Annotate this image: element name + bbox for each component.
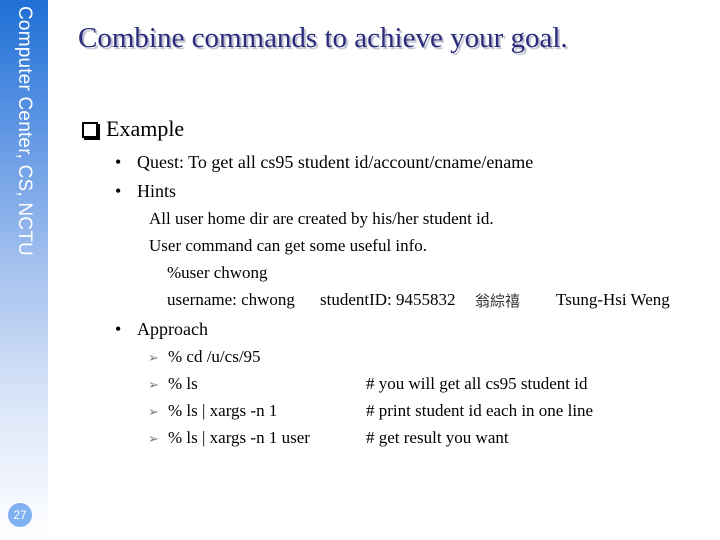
bullet-hints: • Hints — [115, 181, 176, 202]
hint-output-cname: 翁綜禧 — [475, 292, 521, 310]
approach-comment: # you will get all cs95 student id — [366, 374, 588, 393]
arrow-bullet-icon: ➢ — [148, 405, 159, 420]
bullet-label: Hints — [137, 181, 177, 201]
slide-title: Combine commands to achieve your goal. — [78, 22, 568, 54]
hint-command: %user chwong — [167, 263, 268, 282]
approach-comment: # get result you want — [366, 428, 509, 447]
approach-step: ➢ % cd /u/cs/95 — [148, 347, 668, 367]
approach-command: % cd /u/cs/95 — [168, 347, 261, 366]
approach-step: ➢ % ls # you will get all cs95 student id — [148, 374, 668, 394]
section-label: Example — [106, 116, 185, 141]
hint-line-2: User command can get some useful info. — [149, 236, 428, 255]
approach-step: ➢ % ls | xargs -n 1 user # get result you… — [148, 428, 668, 448]
bullet-label: Quest: To get all cs95 student id/accoun… — [137, 152, 534, 172]
arrow-bullet-icon: ➢ — [148, 351, 159, 366]
approach-step: ➢ % ls | xargs -n 1 # print student id ea… — [148, 401, 668, 421]
bullet-quest: • Quest: To get all cs95 student id/accou… — [115, 152, 533, 173]
checkbox-bullet-icon — [82, 122, 98, 138]
arrow-bullet-icon: ➢ — [148, 378, 159, 393]
bullet-dot-icon: • — [115, 152, 122, 172]
approach-command: % ls | xargs -n 1 user — [168, 428, 310, 447]
hint-line-1: All user home dir are created by his/her… — [149, 209, 494, 228]
page-number-badge: 27 — [8, 503, 32, 527]
approach-comment: # print student id each in one line — [366, 401, 594, 420]
arrow-bullet-icon: ➢ — [148, 432, 159, 447]
approach-command: % ls | xargs -n 1 — [168, 401, 278, 420]
hint-output-username: username: chwong — [167, 290, 295, 309]
section-example: Example — [82, 116, 184, 142]
sidebar-title: Computer Center, CS, NCTU — [14, 6, 35, 256]
hint-output-ename: Tsung-Hsi Weng — [556, 290, 670, 309]
sidebar: Computer Center, CS, NCTU 27 — [0, 0, 48, 540]
hint-output-student-id: studentID: 9455832 — [320, 290, 456, 309]
bullet-approach: • Approach — [115, 319, 208, 340]
approach-command: % ls — [168, 374, 198, 393]
bullet-dot-icon: • — [115, 319, 122, 339]
bullet-label: Approach — [137, 319, 208, 339]
bullet-dot-icon: • — [115, 181, 122, 201]
